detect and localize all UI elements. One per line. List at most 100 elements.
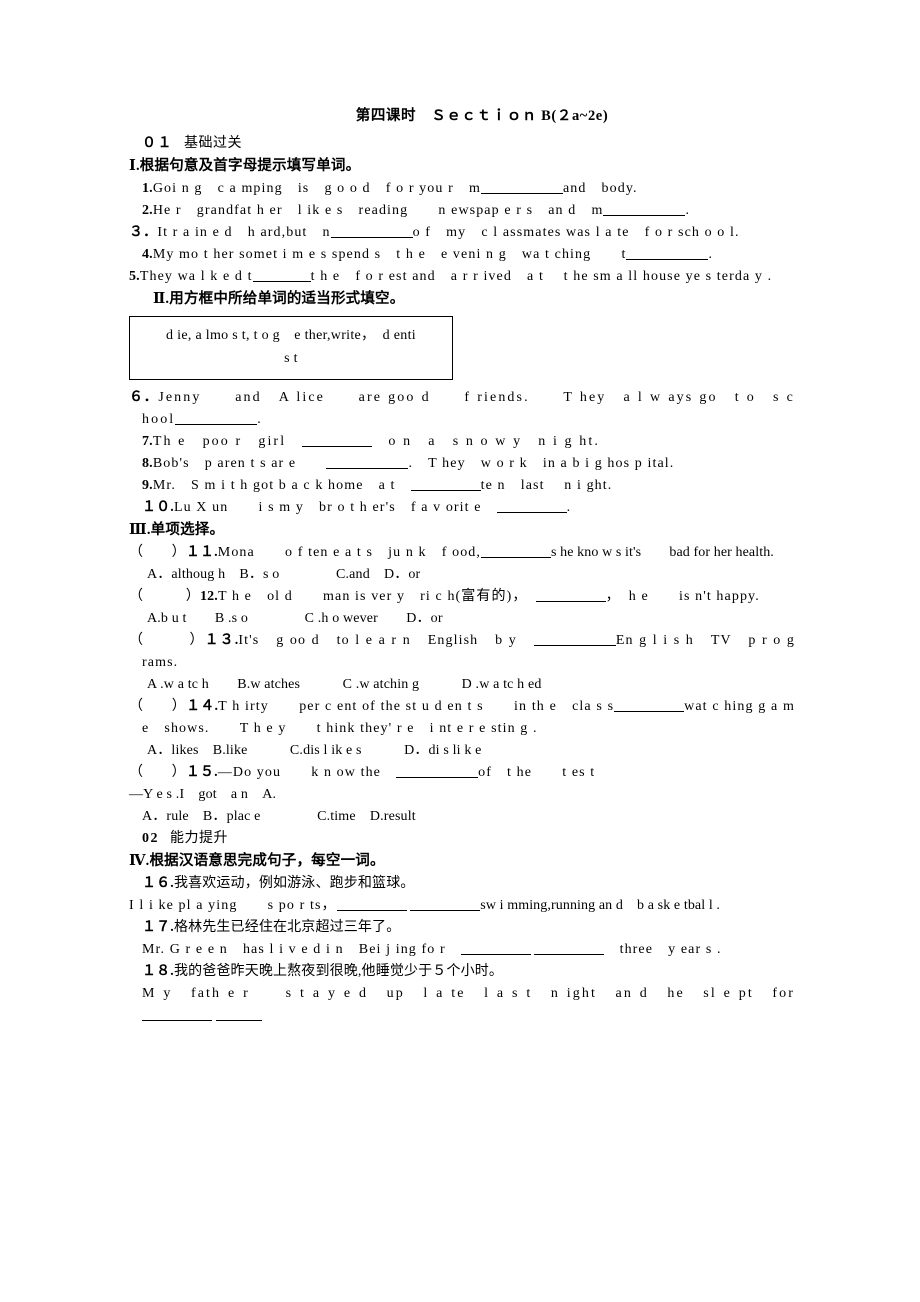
mcq-item: （ ）１３.It's g oo d to l e a r n English b… [129,630,795,674]
question-text-after: . [708,247,714,262]
page-content: 第四课时 Ｓｅｃｔｉｏｎ B(２a~2e) ０１ 基础过关 Ⅰ.根据句意及首字母提… [129,106,795,1027]
translation-chinese: １８.我的爸爸昨天晚上熬夜到很晚,他睡觉少于５个小时。 [129,961,795,983]
question-text-after: o n a s n o w y n i g ht. [372,434,600,449]
answer-blank[interactable] [480,193,563,194]
question-item: 4.My mo t her somet i m e s spend s t h … [129,244,795,266]
question-number: ６． [129,390,159,405]
question-number: 12. [200,589,218,604]
answer-blank[interactable] [302,446,373,447]
question-item: １０.Lu X un i s m y br o t h er's f a v o… [129,497,795,519]
mcq-options[interactable]: A．likes B.like C.dis l ik e s D．di s li … [129,740,795,762]
mcq-stem-before: Mona o f ten e a t s ju n k f ood, [217,545,482,560]
question-text-before: Bob's p aren t s ar e [152,456,327,471]
mcq-answer-bracket[interactable]: （ ） [129,633,205,648]
mcq-answer-bracket[interactable]: （ ） [129,545,186,560]
question-number: １３. [204,633,239,648]
part3-heading: Ⅲ.单项选择。 [129,522,225,538]
question-text-after: o f my c l assmates was l a te f o r sch… [412,225,740,240]
section-label: 基础过关 [184,136,242,151]
question-item: ３．It r a in e d h ard,but n o f my c l as… [129,222,795,244]
question-text-before: Goi n g c a mping is g o o d f o r you r… [152,181,481,196]
question-text-after: . [257,412,262,427]
section-label: 能力提升 [170,831,228,846]
question-item: 7.Th e poo r girl o n a s n o w y n i g … [129,431,795,453]
question-number: 1. [142,181,153,196]
answer-blank[interactable] [496,512,567,513]
mcq-item: （ ）１１.Mona o f ten e a t s ju n k f ood,… [129,542,795,564]
translation-english: M y fath e r s t a y e d up l a te l a s… [129,983,795,1027]
mcq-stem-before: —Do you k n ow the [217,765,397,780]
answer-blank[interactable] [535,601,606,602]
question-text-before: It r a in e d h ard,but n [157,225,331,240]
question-item: 5.They wa l k e d t t h e f o r est and a… [129,266,795,288]
mcq-stem-before: It's g oo d to l e a r n English b y [238,633,534,648]
question-text-before: They wa l k e d t [139,269,253,284]
answer-blank[interactable] [142,1020,212,1021]
english-before: I l i ke pl a ying s po r ts， [129,898,337,913]
answer-blank[interactable] [215,1020,262,1021]
word-bank-line: s t [284,351,298,366]
question-number: 2. [142,203,153,218]
part2-heading: Ⅱ.用方框中所给单词的适当形式填空。 [153,291,405,307]
question-item: ６．Jenny and A lice are goo d f riends. T… [129,387,795,431]
mcq-stem-after: s he kno w s it's bad for her health. [551,545,774,560]
mcq-answer-bracket[interactable]: （ ） [129,765,186,780]
question-number: ３． [129,225,158,240]
translation-chinese: １７.格林先生已经住在北京超过三年了。 [129,917,795,939]
mcq-answer-line: —Y e s .I got a n A. [129,787,277,802]
answer-blank[interactable] [252,281,311,282]
section-number: ０１ [142,136,173,151]
translation-english: Mr. G r e e n has l i v e d i n Bei j in… [129,939,795,961]
question-number: １７. [142,920,174,935]
answer-blank[interactable] [603,215,686,216]
question-number: １０. [142,500,174,515]
question-number: １５. [185,765,218,780]
mcq-options[interactable]: A．althoug h B．s o C.and D．or [129,564,795,586]
answer-blank[interactable] [533,645,616,646]
question-item: 8.Bob's p aren t s ar e . T hey w o r k … [129,453,795,475]
mcq-item: （ ）12.T h e ol d man is ver y ri c h(富有的… [129,586,795,608]
question-number: １１. [185,545,218,560]
section-number: 02 [142,831,159,846]
answer-blank[interactable] [330,237,413,238]
mcq-options[interactable]: A .w a tc h B.w atches C .w atchin g D .… [129,674,795,696]
answer-blank[interactable] [326,468,409,469]
question-text-before: Lu X un i s m y br o t h er's f a v orit… [173,500,497,515]
answer-blank[interactable] [410,490,481,491]
answer-blank[interactable] [534,954,605,955]
question-number: 5. [129,269,140,284]
translation-english: I l i ke pl a ying s po r ts， sw i mming… [129,895,795,917]
answer-blank[interactable] [410,910,481,911]
worksheet-page: 第四课时 Ｓｅｃｔｉｏｎ B(２a~2e) ０１ 基础过关 Ⅰ.根据句意及首字母提… [0,0,920,1302]
answer-blank[interactable] [614,711,685,712]
answer-blank[interactable] [175,424,258,425]
question-number: １４. [186,699,219,714]
question-text-after: te n last n i ght. [480,478,613,493]
mcq-options[interactable]: A．rule B．plac e C.time D.result [129,806,795,828]
question-item: 1.Goi n g c a mping is g o o d f o r you… [129,178,795,200]
english-before: Mr. G r e e n has l i v e d i n Bei j in… [142,942,461,957]
question-number: １８. [142,964,174,979]
section-header-02: 02 能力提升 [129,828,795,850]
mcq-answer-bracket[interactable]: （ ） [129,699,186,714]
answer-blank[interactable] [481,557,552,558]
question-text-after: t h e f o r est and a r r ived a t t he … [310,269,773,284]
question-text-after: . T hey w o r k in a b i g hos p ital. [408,456,675,471]
mcq-answer-bracket[interactable]: （ ） [129,589,200,604]
word-bank-box: d ie, a lmo s t, t o g e ther,write， d e… [129,316,453,380]
mcq-stem-before: T h irty per c ent of the st u d en t s … [218,699,615,714]
mcq-options[interactable]: A.b u t B .s o C .h o wever D．or [129,608,795,630]
mcq-item: （ ）１４.T h irty per c ent of the st u d e… [129,696,795,740]
english-after: three y ear s . [604,942,722,957]
answer-blank[interactable] [396,777,479,778]
answer-blank[interactable] [626,259,709,260]
answer-blank[interactable] [460,954,531,955]
answer-blank[interactable] [336,910,407,911]
page-title: 第四课时 Ｓｅｃｔｉｏｎ B(２a~2e) [355,108,609,124]
question-text-after: . [685,203,691,218]
chinese-prompt: 我喜欢运动，例如游泳、跑步和篮球。 [173,876,415,891]
question-number: 7. [142,434,153,449]
question-text-before: Mr. S m i t h got b a c k home a t [152,478,411,493]
question-text-after: . [566,500,572,515]
chinese-prompt: 我的爸爸昨天晚上熬夜到很晚,他睡觉少于５个小时。 [173,964,504,979]
